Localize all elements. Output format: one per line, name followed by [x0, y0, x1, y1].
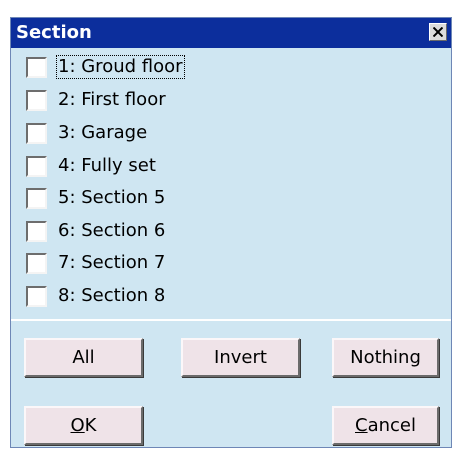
section-label-6: 6: Section 6 [58, 220, 166, 241]
section-item-7[interactable]: 7: Section 7 [26, 250, 326, 278]
section-label-8: 8: Section 8 [58, 285, 166, 306]
section-list: 1: Groud floor 2: First floor 3: Garage … [11, 54, 451, 316]
section-label-2: 2: First floor [58, 89, 166, 110]
button-area-divider [11, 319, 451, 321]
section-label-5: 5: Section 5 [58, 187, 166, 208]
cancel-label-rest: ancel [367, 415, 416, 436]
section-checkbox-8[interactable] [26, 286, 47, 307]
section-checkbox-5[interactable] [26, 188, 47, 209]
cancel-mnemonic: C [355, 415, 368, 436]
cancel-button[interactable]: Cancel [332, 406, 439, 445]
close-button[interactable] [429, 23, 447, 41]
ok-button[interactable]: OK [24, 406, 143, 445]
section-checkbox-7[interactable] [26, 253, 47, 274]
title-bar[interactable]: Section [11, 18, 451, 48]
section-item-3[interactable]: 3: Garage [26, 120, 326, 148]
ok-mnemonic: O [70, 415, 85, 436]
invert-selection-button[interactable]: Invert [181, 338, 300, 377]
section-checkbox-4[interactable] [26, 156, 47, 177]
select-all-button[interactable]: All [24, 338, 143, 377]
section-checkbox-6[interactable] [26, 221, 47, 242]
section-item-8[interactable]: 8: Section 8 [26, 283, 326, 311]
close-icon [433, 27, 443, 37]
section-checkbox-2[interactable] [26, 90, 47, 111]
section-item-5[interactable]: 5: Section 5 [26, 185, 326, 213]
section-item-4[interactable]: 4: Fully set [26, 153, 326, 181]
section-label-7: 7: Section 7 [58, 252, 166, 273]
nothing-label: Nothing [350, 347, 421, 368]
invert-label: Invert [214, 347, 267, 368]
section-checkbox-3[interactable] [26, 123, 47, 144]
section-item-2[interactable]: 2: First floor [26, 87, 326, 115]
section-item-1[interactable]: 1: Groud floor [26, 54, 326, 82]
section-label-3: 3: Garage [58, 122, 148, 143]
section-checkbox-1[interactable] [26, 57, 47, 78]
ok-label-rest: K [84, 415, 97, 436]
section-label-1: 1: Groud floor [56, 55, 185, 79]
section-dialog: Section 1: Groud floor 2: First floor 3:… [10, 17, 452, 448]
select-nothing-button[interactable]: Nothing [332, 338, 439, 377]
section-label-4: 4: Fully set [58, 155, 156, 176]
dialog-title: Section [16, 22, 92, 43]
section-item-6[interactable]: 6: Section 6 [26, 218, 326, 246]
select-all-label: All [72, 347, 95, 368]
